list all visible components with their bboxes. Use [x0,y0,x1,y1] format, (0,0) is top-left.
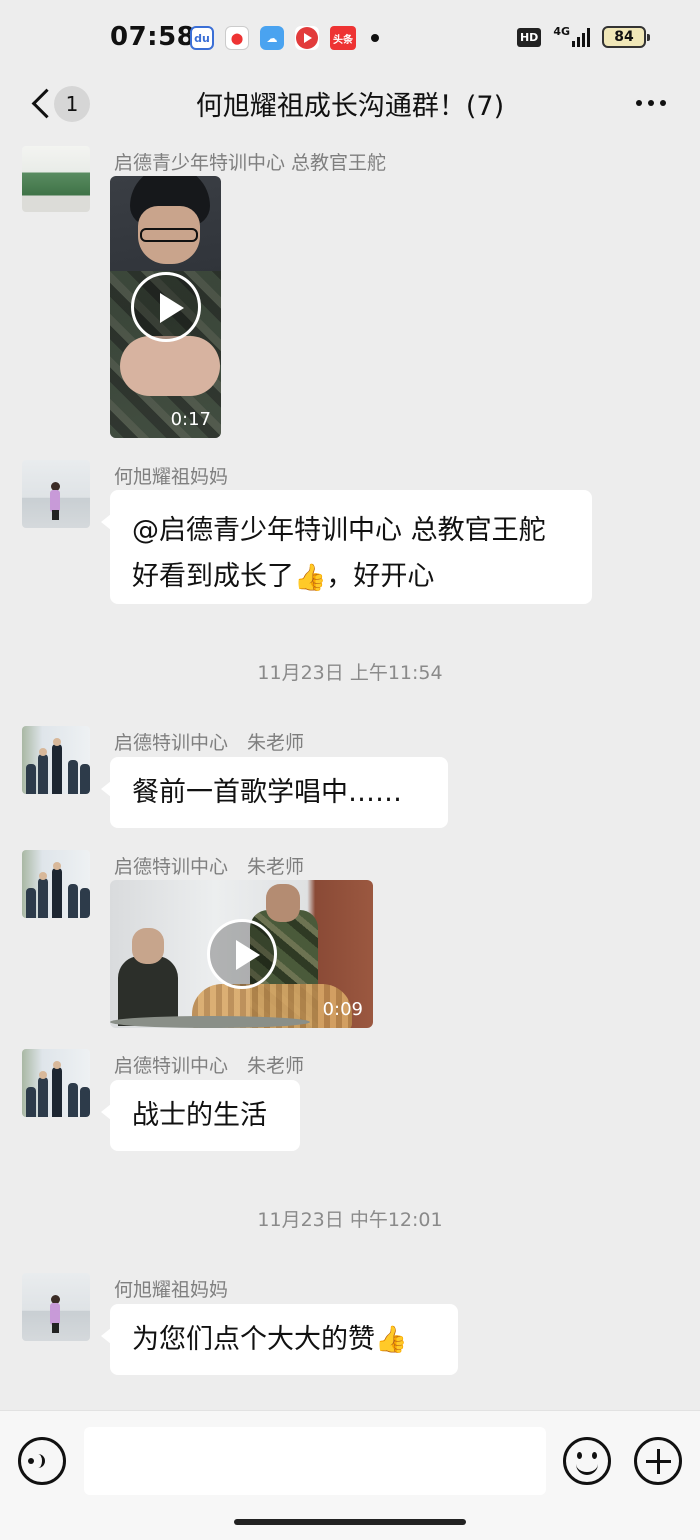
message-bubble[interactable]: @启德青少年特训中心 总教官王舵 好看到成长了👍，好开心 [101,490,592,604]
avatar[interactable] [22,1049,90,1117]
sender-name: 启德青少年特训中心 总教官王舵 [114,152,387,174]
message-text: 战士的生活 [132,1100,267,1131]
sender-name: 启德特训中心 朱老师 [114,1055,305,1077]
play-icon[interactable] [207,919,277,989]
avatar[interactable] [22,850,90,918]
message-text-part: 好看到成长了 [132,561,294,592]
avatar[interactable] [22,1273,90,1341]
status-time: 07:58 [110,22,196,52]
emoji-icon[interactable] [563,1437,611,1485]
more-notifications-dot [371,34,379,42]
message-text: 何旭耀祖妈妈 @启德青少年特训中心 总教官王舵 好看到成长了👍，好开心 [0,460,700,610]
network-type: 4G [553,24,570,38]
message-text: 何旭耀祖妈妈 为您们点个大大的赞👍 [0,1273,700,1383]
message-text-part: ，好开心 [326,561,435,592]
video-thumbnail[interactable]: 0:09 [110,880,373,1028]
thumbs-up-icon: 👍 [375,1325,408,1355]
message-text: 餐前一首歌学唱中…… [132,777,402,808]
map-icon: ⬤ [225,26,249,50]
avatar[interactable] [22,726,90,794]
hd-badge: HD [516,27,542,47]
status-indicators: HD 4G 84 [516,24,650,48]
more-options-icon[interactable] [636,100,666,106]
sender-name: 何旭耀祖妈妈 [114,1279,229,1301]
message-bubble[interactable]: 餐前一首歌学唱中…… [101,757,448,828]
toutiao-icon: 头条 [330,26,356,50]
voice-input-icon[interactable] [18,1437,66,1485]
play-icon[interactable] [131,272,201,342]
home-indicator[interactable] [234,1519,466,1525]
message-timestamp: 11月23日 中午12:01 [257,1209,443,1231]
avatar[interactable] [22,146,90,212]
video-icon [295,26,319,50]
message-text: 启德特训中心 朱老师 餐前一首歌学唱中…… [0,726,700,836]
message-video: 启德青少年特训中心 总教官王舵 0:17 [0,146,700,446]
message-text: 启德特训中心 朱老师 战士的生活 [0,1049,700,1159]
status-bar: 07:58 du ⬤ ☁ 头条 HD 4G 84 [0,0,700,80]
thumbs-up-icon: 👍 [294,562,327,593]
battery-icon: 84 [602,26,650,48]
avatar[interactable] [22,460,90,528]
baidu-icon: du [190,26,214,50]
chat-title: 何旭耀祖成长沟通群！(7) [195,91,505,122]
video-thumbnail[interactable]: 0:17 [110,176,221,438]
sender-name: 启德特训中心 朱老师 [114,732,305,754]
video-duration: 0:09 [322,999,363,1020]
sender-name: 何旭耀祖妈妈 [114,466,229,488]
sender-name: 启德特训中心 朱老师 [114,856,305,878]
message-text-line: @启德青少年特训中心 总教官王舵 [132,515,546,546]
weather-icon: ☁ [260,26,284,50]
message-input[interactable] [84,1427,546,1495]
message-text-line: 好看到成长了👍，好开心 [132,554,592,601]
more-actions-plus-icon[interactable] [634,1437,682,1485]
message-video: 启德特训中心 朱老师 0:09 [0,850,700,1035]
message-bubble[interactable]: 为您们点个大大的赞👍 [101,1304,458,1375]
signal-icon [572,27,590,47]
message-timestamp: 11月23日 上午11:54 [257,662,443,684]
chat-header: 1 何旭耀祖成长沟通群！(7) [0,80,700,126]
message-text: 为您们点个大大的赞 [132,1324,375,1355]
video-duration: 0:17 [170,409,211,430]
message-bubble[interactable]: 战士的生活 [101,1080,300,1151]
notification-icons: du ⬤ ☁ 头条 [190,26,379,50]
